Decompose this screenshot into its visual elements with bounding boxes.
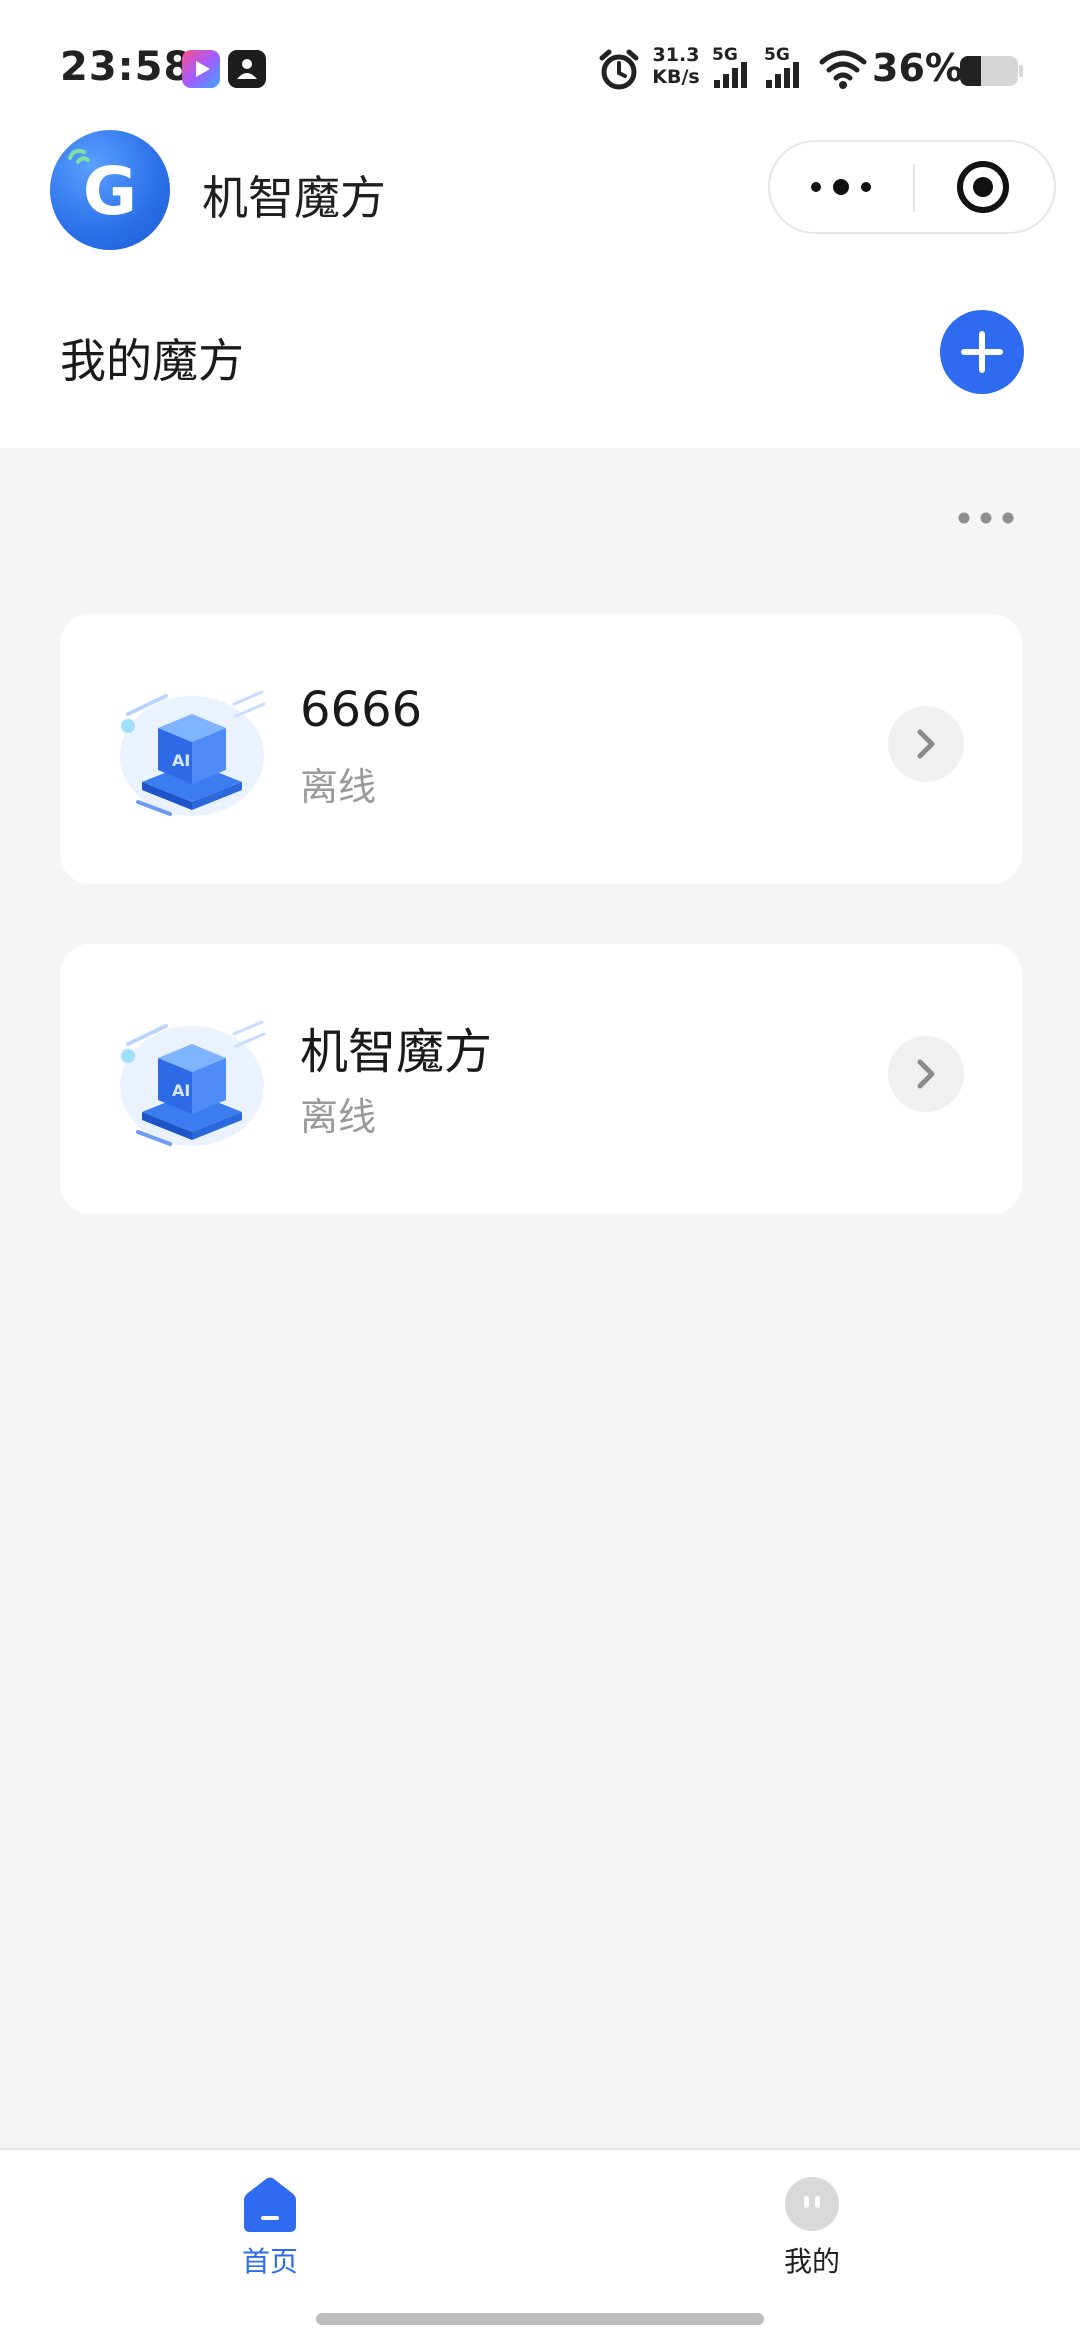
app-logo-letter: G (83, 153, 137, 230)
network-speed-value: 31.3 (652, 44, 700, 66)
app-logo: G (50, 130, 170, 250)
device-card[interactable]: AI 机智魔方 离线 (60, 944, 1022, 1214)
battery-icon (958, 42, 1024, 98)
tab-mine-label: 我的 (783, 2245, 840, 2278)
mini-program-capsule (768, 140, 1056, 234)
device-name: 机智魔方 (300, 1024, 493, 1080)
device-status: 离线 (300, 765, 377, 809)
profile-icon (782, 2174, 842, 2234)
video-app-notification-icon (182, 50, 220, 88)
plus-icon (961, 331, 1003, 373)
home-indicator (316, 2313, 764, 2325)
device-image: AI (114, 674, 270, 824)
device-status: 离线 (300, 1095, 377, 1139)
cellular-signal-icon: 5G (710, 42, 758, 98)
tab-home-label: 首页 (241, 2245, 298, 2278)
device-name: 6666 (300, 682, 423, 738)
signal-1-label: 5G (712, 45, 738, 65)
device-image-label: AI (172, 1081, 190, 1100)
tab-mine[interactable]: 我的 (712, 2174, 912, 2284)
wifi-icon (818, 42, 868, 98)
home-icon (240, 2174, 300, 2234)
app-title: 机智魔方 (202, 171, 386, 225)
signal-2-label: 5G (764, 45, 790, 65)
network-speed: 31.3 KB/s (651, 44, 701, 100)
device-image-label: AI (172, 751, 190, 770)
game-app-notification-icon (228, 50, 266, 88)
device-detail-button[interactable] (888, 1036, 964, 1112)
cellular-signal-icon: 5G (762, 42, 810, 98)
alarm-icon (596, 42, 642, 98)
device-image: AI (114, 1004, 270, 1154)
status-time: 23:58 (60, 44, 193, 90)
section-title: 我的魔方 (60, 334, 244, 388)
add-device-button[interactable] (940, 310, 1024, 394)
close-mini-program-button[interactable] (915, 142, 1056, 232)
list-more-options-button[interactable] (955, 500, 1017, 536)
chevron-right-icon (917, 729, 935, 759)
more-options-button[interactable] (770, 142, 913, 232)
network-speed-unit: KB/s (652, 66, 700, 88)
more-horizontal-icon (958, 512, 1014, 524)
device-card[interactable]: AI 6666 离线 (60, 614, 1022, 884)
status-bar: 23:58 31.3 KB/s 5G 5G 36% (0, 0, 1080, 130)
device-detail-button[interactable] (888, 706, 964, 782)
tab-home[interactable]: 首页 (170, 2174, 370, 2284)
battery-percent: 36% (872, 46, 963, 90)
chevron-right-icon (917, 1059, 935, 1089)
